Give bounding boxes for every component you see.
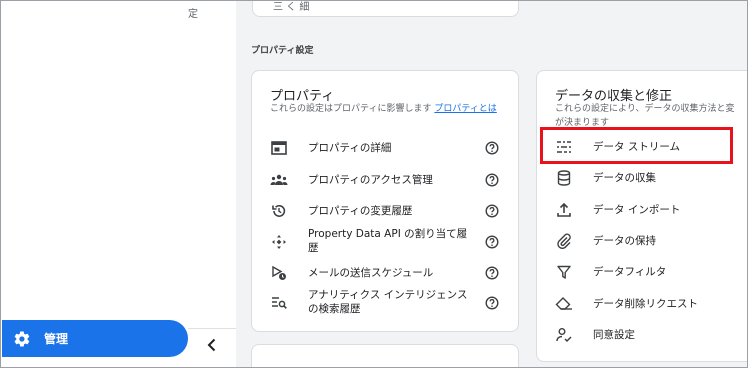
eraser-icon xyxy=(555,295,573,313)
database-icon xyxy=(555,169,573,187)
property-api-quota-label: Property Data API の割り当て履歴 xyxy=(308,228,468,254)
data-deletion-label: データ削除リクエスト xyxy=(593,298,698,310)
api-icon xyxy=(270,233,288,251)
sidebar-item-admin[interactable]: 管理 xyxy=(2,320,188,357)
collapse-sidebar-button[interactable] xyxy=(188,328,236,364)
property-details-item[interactable]: プロパティの詳細 xyxy=(252,139,518,157)
sidebar-edge: 定 xyxy=(188,1,236,367)
gear-icon xyxy=(12,329,32,349)
filter-icon xyxy=(555,263,573,281)
data-card-desc: これらの設定により、データの収集方法と変 が決まります xyxy=(555,102,747,130)
highlight-box xyxy=(540,127,733,164)
consent-icon xyxy=(555,326,573,344)
help-icon[interactable] xyxy=(485,296,499,310)
group-icon xyxy=(270,171,288,189)
data-filters-label: データフィルタ xyxy=(593,266,667,278)
top-card: 三 く 細 xyxy=(252,1,519,17)
help-icon[interactable] xyxy=(485,235,499,249)
consent-settings-item[interactable]: 同意設定 xyxy=(537,326,747,344)
help-icon[interactable] xyxy=(485,266,499,280)
data-collection-card: データの収集と修正 これらの設定により、データの収集方法と変 が決まります デー… xyxy=(536,70,747,362)
property-history-item[interactable]: プロパティの変更履歴 xyxy=(252,202,518,220)
data-collection-item[interactable]: データの収集 xyxy=(537,169,747,187)
data-deletion-item[interactable]: データ削除リクエスト xyxy=(537,295,747,313)
property-card: プロパティ これらの設定はプロパティに影響します プロパティとは プロパティの詳… xyxy=(251,70,519,332)
data-retention-label: データの保持 xyxy=(593,235,656,247)
next-card xyxy=(251,344,519,367)
data-card-desc-line1: これらの設定により、データの収集方法と変 xyxy=(555,104,735,114)
property-access-item[interactable]: プロパティのアクセス管理 xyxy=(252,171,518,189)
data-filters-item[interactable]: データフィルタ xyxy=(537,263,747,281)
help-icon[interactable] xyxy=(485,173,499,187)
sidebar-cut-text: 定 xyxy=(188,9,198,20)
property-help-link[interactable]: プロパティとは xyxy=(434,104,496,114)
paperclip-icon xyxy=(555,232,573,250)
scheduled-email-icon xyxy=(270,264,288,282)
scheduled-email-item[interactable]: メールの送信スケジュール xyxy=(252,264,518,282)
details-icon xyxy=(270,139,288,157)
search-history-icon xyxy=(270,294,288,312)
help-icon[interactable] xyxy=(485,141,499,155)
data-collection-label: データの収集 xyxy=(593,172,656,184)
history-icon xyxy=(270,202,288,220)
property-history-label: プロパティの変更履歴 xyxy=(308,205,413,217)
consent-settings-label: 同意設定 xyxy=(593,329,635,341)
property-access-label: プロパティのアクセス管理 xyxy=(308,174,433,186)
upload-icon xyxy=(555,201,573,219)
app-frame: 管理 定 三 く 細 プロパティ設定 プロパティ これらの設定はプロパティに影響… xyxy=(0,0,748,368)
section-title: プロパティ設定 xyxy=(251,46,314,56)
chevron-left-icon xyxy=(206,337,218,356)
main-content: 三 く 細 プロパティ設定 プロパティ これらの設定はプロパティに影響します プ… xyxy=(236,1,747,367)
data-import-label: データ インポート xyxy=(593,204,681,216)
data-import-item[interactable]: データ インポート xyxy=(537,201,747,219)
scheduled-email-label: メールの送信スケジュール xyxy=(308,267,434,279)
top-card-fragment: 三 く 細 xyxy=(273,2,310,13)
insights-search-history-item[interactable]: アナリティクス インテリジェンスの検索履歴 xyxy=(252,288,518,318)
property-details-label: プロパティの詳細 xyxy=(308,142,392,154)
sidebar-item-label: 管理 xyxy=(44,332,69,346)
property-desc-text: これらの設定はプロパティに影響します xyxy=(270,104,432,114)
data-retention-item[interactable]: データの保持 xyxy=(537,232,747,250)
property-api-quota-item[interactable]: Property Data API の割り当て履歴 xyxy=(252,227,518,257)
insights-search-history-label: アナリティクス インテリジェンスの検索履歴 xyxy=(308,289,468,315)
help-icon[interactable] xyxy=(485,204,499,218)
sidebar: 管理 xyxy=(1,1,188,367)
property-card-desc: これらの設定はプロパティに影響します プロパティとは xyxy=(270,102,498,116)
